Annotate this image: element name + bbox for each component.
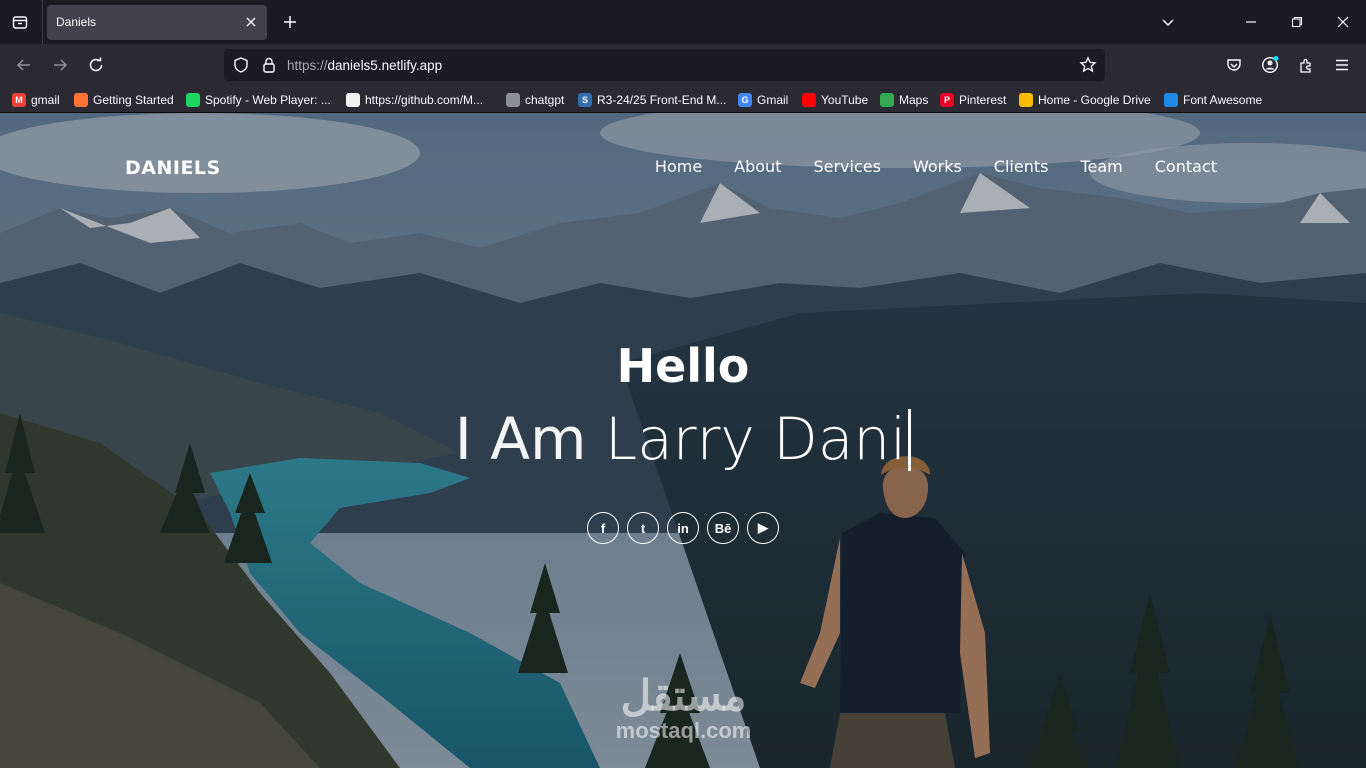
bookmark-favicon-icon xyxy=(346,93,360,107)
nav-link-contact[interactable]: Contact xyxy=(1155,157,1217,176)
bookmark-favicon-icon xyxy=(74,93,88,107)
twitter-icon[interactable]: t xyxy=(627,512,659,544)
lock-icon[interactable] xyxy=(260,56,278,79)
reload-icon[interactable] xyxy=(84,53,108,77)
nav-link-works[interactable]: Works xyxy=(913,157,962,176)
behance-icon[interactable]: Bē xyxy=(707,512,739,544)
bookmark-item[interactable]: Maps xyxy=(880,91,928,109)
url-scheme: https:// xyxy=(287,58,328,73)
bookmark-favicon-icon xyxy=(1164,93,1178,107)
url-text[interactable]: https://daniels5.netlify.app xyxy=(287,58,442,73)
bookmark-item[interactable]: https://github.com/M... xyxy=(346,91,483,109)
bookmark-label: Home - Google Drive xyxy=(1038,93,1151,107)
bookmark-favicon-icon: P xyxy=(940,93,954,107)
bookmark-label: Pinterest xyxy=(959,93,1007,107)
tab-title: Daniels xyxy=(56,15,97,29)
bookmark-label: Font Awesome xyxy=(1183,93,1263,107)
watermark-latin: mostaql.com xyxy=(615,718,752,743)
hero-typed-name: Larry Dani xyxy=(604,405,907,473)
nav-link-team[interactable]: Team xyxy=(1080,157,1122,176)
site-brand-logo[interactable]: DANIELS xyxy=(125,157,221,179)
tab-overview-icon[interactable] xyxy=(8,10,32,34)
social-links: f t in Bē ▶ xyxy=(587,512,779,544)
bookmark-favicon-icon: M xyxy=(12,93,26,107)
nav-link-home[interactable]: Home xyxy=(655,157,702,176)
bookmark-item[interactable]: G Gmail xyxy=(738,91,788,109)
bookmark-item[interactable]: P Pinterest xyxy=(940,91,1006,109)
bookmark-label: Maps xyxy=(899,93,929,107)
menu-hamburger-icon[interactable] xyxy=(1330,53,1354,77)
bookmark-item[interactable]: S R3-24/25 Front-End M... xyxy=(578,91,726,109)
bookmark-favicon-icon xyxy=(802,93,816,107)
active-tab[interactable]: Daniels xyxy=(47,5,267,40)
bookmark-item[interactable]: Font Awesome xyxy=(1164,91,1262,109)
back-arrow-icon[interactable] xyxy=(12,53,36,77)
youtube-icon[interactable]: ▶ xyxy=(747,512,779,544)
navigation-toolbar: https://daniels5.netlify.app xyxy=(0,44,1366,86)
hero-lead-text: I Am xyxy=(454,405,605,473)
chevron-down-icon[interactable] xyxy=(1156,10,1180,34)
bookmark-item[interactable]: Spotify - Web Player: ... xyxy=(186,91,331,109)
bookmark-favicon-icon: G xyxy=(738,93,752,107)
linkedin-icon[interactable]: in xyxy=(667,512,699,544)
bookmark-favicon-icon: S xyxy=(578,93,592,107)
web-page: DANIELS Home About Services Works Clients Tea… xyxy=(0,113,1366,768)
extensions-icon[interactable] xyxy=(1294,53,1318,77)
close-tab-icon[interactable] xyxy=(242,13,260,31)
bookmark-label: Spotify - Web Player: ... xyxy=(205,93,331,107)
bookmark-favicon-icon xyxy=(880,93,894,107)
nav-link-about[interactable]: About xyxy=(734,157,781,176)
nav-link-clients[interactable]: Clients xyxy=(994,157,1049,176)
shield-icon[interactable] xyxy=(232,56,250,79)
bookmark-item[interactable]: Mgmail xyxy=(12,91,60,109)
bookmark-favicon-icon xyxy=(1019,93,1033,107)
facebook-icon[interactable]: f xyxy=(587,512,619,544)
bookmark-favicon-icon xyxy=(186,93,200,107)
new-tab-icon[interactable] xyxy=(278,10,302,34)
close-window-icon[interactable] xyxy=(1329,8,1357,36)
nav-link-services[interactable]: Services xyxy=(813,157,880,176)
bookmark-label: R3-24/25 Front-End M... xyxy=(597,93,727,107)
url-host: daniels5.netlify.app xyxy=(327,58,443,73)
bookmark-label: YouTube xyxy=(821,93,869,107)
restore-icon[interactable] xyxy=(1283,8,1311,36)
bookmark-favicon-icon xyxy=(506,93,520,107)
bookmark-label: Gmail xyxy=(757,93,789,107)
url-bar[interactable]: https://daniels5.netlify.app xyxy=(224,49,1105,81)
bookmark-label: Getting Started xyxy=(93,93,174,107)
bookmark-star-icon[interactable] xyxy=(1079,56,1097,79)
bookmark-item[interactable]: YouTube xyxy=(802,91,868,109)
bookmark-label: chatgpt xyxy=(525,93,565,107)
hero-greeting: Hello xyxy=(616,339,750,393)
mostaql-watermark: مستقل mostaql.com xyxy=(596,673,771,743)
minimize-icon[interactable] xyxy=(1237,8,1265,36)
tab-separator xyxy=(42,0,43,44)
account-icon[interactable] xyxy=(1258,53,1282,77)
bookmark-label: gmail xyxy=(31,93,60,107)
bookmark-item[interactable]: chatgpt xyxy=(506,91,564,109)
bookmarks-toolbar: Mgmail Getting Started Spotify - Web Playe… xyxy=(0,86,1366,113)
hero-typed-headline: I Am Larry Dani xyxy=(0,405,1366,473)
bookmark-item[interactable]: Getting Started xyxy=(74,91,174,109)
watermark-arabic: مستقل xyxy=(620,672,747,719)
typing-cursor xyxy=(908,409,912,471)
bookmark-item[interactable]: Home - Google Drive xyxy=(1019,91,1151,109)
pocket-icon[interactable] xyxy=(1222,53,1246,77)
tab-bar: Daniels xyxy=(0,0,1366,44)
bookmark-label: https://github.com/M... xyxy=(365,93,484,107)
forward-arrow-icon[interactable] xyxy=(48,53,72,77)
site-main-nav: Home About Services Works Clients Team Contact xyxy=(655,157,1217,176)
